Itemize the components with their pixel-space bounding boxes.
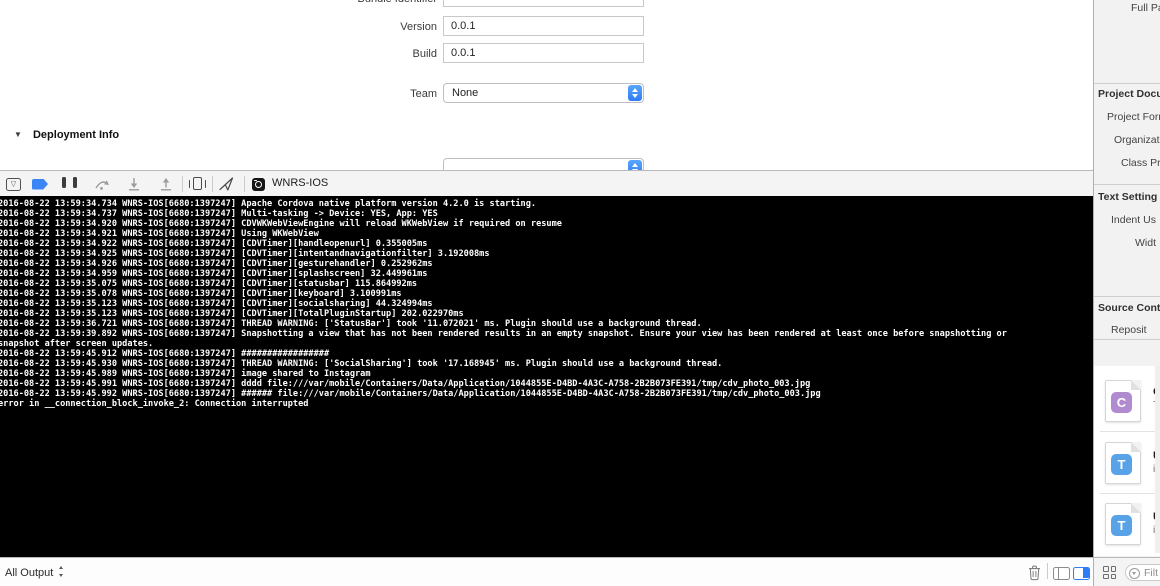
console-line: 2016-08-22 13:59:35.078 WNRS-IOS[6680:13… <box>0 289 402 299</box>
inspector-row-repository: Reposit <box>1111 324 1147 336</box>
step-out-icon[interactable] <box>159 177 173 191</box>
console-bottom-bar: All Output <box>0 557 1093 586</box>
inspector-section-source-control: Source Cont <box>1098 302 1160 314</box>
test-file-badge-icon: T <box>1111 515 1132 536</box>
debug-toolbar: ▽ WNRS-IOS <box>0 170 1093 196</box>
console-line: 2016-08-22 13:59:35.123 WNRS-IOS[6680:13… <box>0 309 464 319</box>
console-line: 2016-08-22 13:59:34.737 WNRS-IOS[6680:13… <box>0 209 438 219</box>
console-line: 2016-08-22 13:59:36.721 WNRS-IOS[6680:13… <box>0 319 702 329</box>
c-file-badge-icon: C <box>1111 392 1132 413</box>
deployment-info-title: Deployment Info <box>32 129 120 141</box>
inspector-row-indent-using: Indent Us <box>1111 214 1156 226</box>
build-label: Build <box>412 48 437 60</box>
console-line: 2016-08-22 13:59:34.922 WNRS-IOS[6680:13… <box>0 239 428 249</box>
hide-debug-area-icon: ▽ <box>10 181 17 188</box>
file-template-icon: T <box>1105 503 1141 545</box>
filter-menu-icon[interactable] <box>1129 567 1140 579</box>
team-label: Team <box>410 88 437 100</box>
file-template-icon: C <box>1105 380 1141 422</box>
bundle-identifier-label: Bundle Identifier <box>330 0 438 5</box>
pause-icon <box>62 177 66 188</box>
inspector-row-organization: Organizat <box>1114 134 1160 146</box>
team-popup[interactable]: None <box>443 83 644 103</box>
deployment-info-header[interactable]: ▼ Deployment Info <box>14 129 119 141</box>
console-output[interactable]: 2016-08-22 13:59:34.734 WNRS-IOS[6680:13… <box>0 196 1093 557</box>
inspector-row-project-format: Project Form <box>1107 111 1160 123</box>
library-grid-view-icon[interactable] <box>1103 566 1117 580</box>
debug-view-hierarchy-button[interactable] <box>189 177 206 191</box>
library-bottom-bar: Filt <box>1094 557 1160 586</box>
console-line: snapshot after screen updates. <box>0 339 154 349</box>
file-template-library: C C T T U in T U <box>1094 366 1160 556</box>
simulate-location-icon[interactable] <box>218 176 235 192</box>
console-line: 2016-08-22 13:59:34.959 WNRS-IOS[6680:13… <box>0 269 428 279</box>
inspector-row-class-prefix: Class Pre <box>1121 157 1160 169</box>
app-icon <box>252 177 265 191</box>
library-filter-field[interactable]: Filt <box>1125 564 1160 581</box>
console-line: 2016-08-22 13:59:34.921 WNRS-IOS[6680:13… <box>0 229 319 239</box>
bundle-identifier-row: Bundle Identifier com.ionicframework.wnr… <box>0 0 700 8</box>
console-line: error in __connection_block_invoke_2: Co… <box>0 399 309 409</box>
console-line: 2016-08-22 13:59:45.912 WNRS-IOS[6680:13… <box>0 349 330 359</box>
hide-debug-area-button[interactable]: ▽ <box>6 177 21 191</box>
project-settings-editor: Bundle Identifier com.ionicframework.wnr… <box>0 0 1093 170</box>
popup-stepper-icon <box>628 160 642 170</box>
bundle-identifier-field[interactable]: com.ionicframework.wnrsios316934 <box>443 0 644 7</box>
console-line: 2016-08-22 13:59:34.925 WNRS-IOS[6680:13… <box>0 249 490 259</box>
console-line: 2016-08-22 13:59:45.930 WNRS-IOS[6680:13… <box>0 359 723 369</box>
pause-icon <box>73 177 77 188</box>
version-label: Version <box>400 21 437 33</box>
inspector-section-text-settings: Text Setting <box>1098 191 1158 203</box>
console-line: 2016-08-22 13:59:45.992 WNRS-IOS[6680:13… <box>0 389 821 399</box>
inspector-sidebar: Full Pa Project Docu Project Form Organi… <box>1093 0 1160 586</box>
show-variables-view-button[interactable] <box>1053 566 1070 580</box>
inspector-row-widths: Widt <box>1135 237 1156 249</box>
step-over-icon[interactable] <box>94 178 111 191</box>
pause-execution-button[interactable] <box>62 175 77 193</box>
output-scope-popup[interactable]: All Output <box>5 566 65 579</box>
team-popup-value: None <box>452 87 479 99</box>
trash-icon[interactable] <box>1028 565 1041 581</box>
console-line: 2016-08-22 13:59:35.075 WNRS-IOS[6680:13… <box>0 279 418 289</box>
test-file-badge-icon: T <box>1111 454 1132 475</box>
library-scrollbar[interactable] <box>1155 366 1160 553</box>
console-line: 2016-08-22 13:59:35.123 WNRS-IOS[6680:13… <box>0 299 433 309</box>
file-template-icon: T <box>1105 442 1141 484</box>
disclosure-triangle-icon[interactable]: ▼ <box>14 130 22 139</box>
inspector-section-project-document: Project Docu <box>1098 88 1160 100</box>
console-line: 2016-08-22 13:59:39.892 WNRS-IOS[6680:13… <box>0 329 1007 339</box>
popup-stepper-icon <box>628 85 642 101</box>
popup-stepper-icon <box>58 566 65 577</box>
step-into-icon[interactable] <box>127 177 141 191</box>
console-line: 2016-08-22 13:59:34.920 WNRS-IOS[6680:13… <box>0 219 562 229</box>
show-console-view-button[interactable] <box>1073 566 1090 580</box>
build-field[interactable]: 0.0.1 <box>443 43 644 63</box>
output-scope-label: All Output <box>5 567 54 579</box>
breakpoints-toggle-button[interactable] <box>32 178 48 190</box>
xcode-window: Bundle Identifier com.ionicframework.wnr… <box>0 0 1160 586</box>
process-name: WNRS-IOS <box>272 177 329 189</box>
inspector-row-full-path: Full Pa <box>1131 2 1160 14</box>
console-line: 2016-08-22 13:59:34.734 WNRS-IOS[6680:13… <box>0 199 537 209</box>
version-field[interactable]: 0.0.1 <box>443 16 644 36</box>
console-line: 2016-08-22 13:59:45.991 WNRS-IOS[6680:13… <box>0 379 811 389</box>
console-line: 2016-08-22 13:59:45.989 WNRS-IOS[6680:13… <box>0 369 371 379</box>
console-line: 2016-08-22 13:59:34.926 WNRS-IOS[6680:13… <box>0 259 433 269</box>
filter-placeholder: Filt <box>1144 567 1158 579</box>
deployment-target-popup-partial[interactable] <box>443 158 644 170</box>
